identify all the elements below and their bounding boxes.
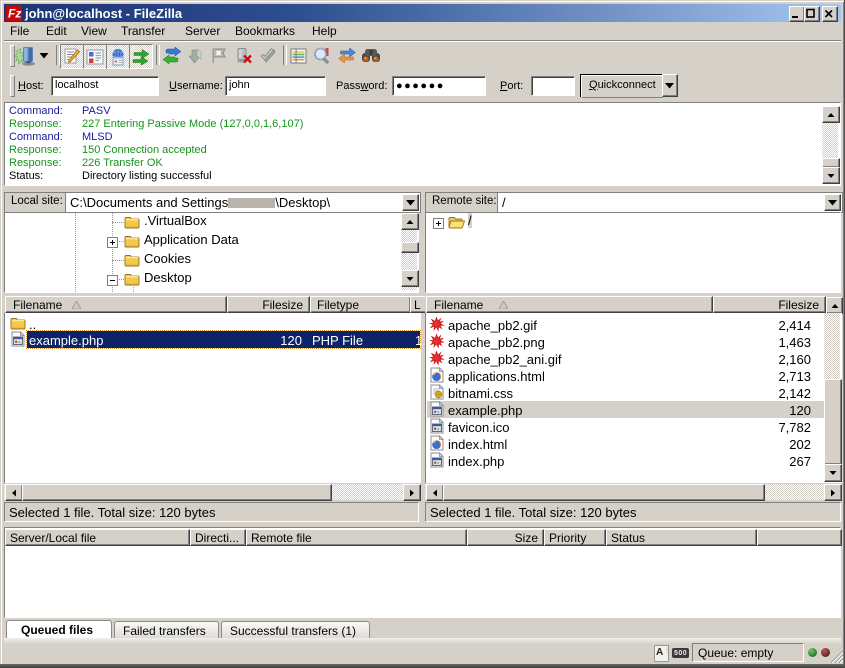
- svg-text:Fz: Fz: [8, 7, 21, 21]
